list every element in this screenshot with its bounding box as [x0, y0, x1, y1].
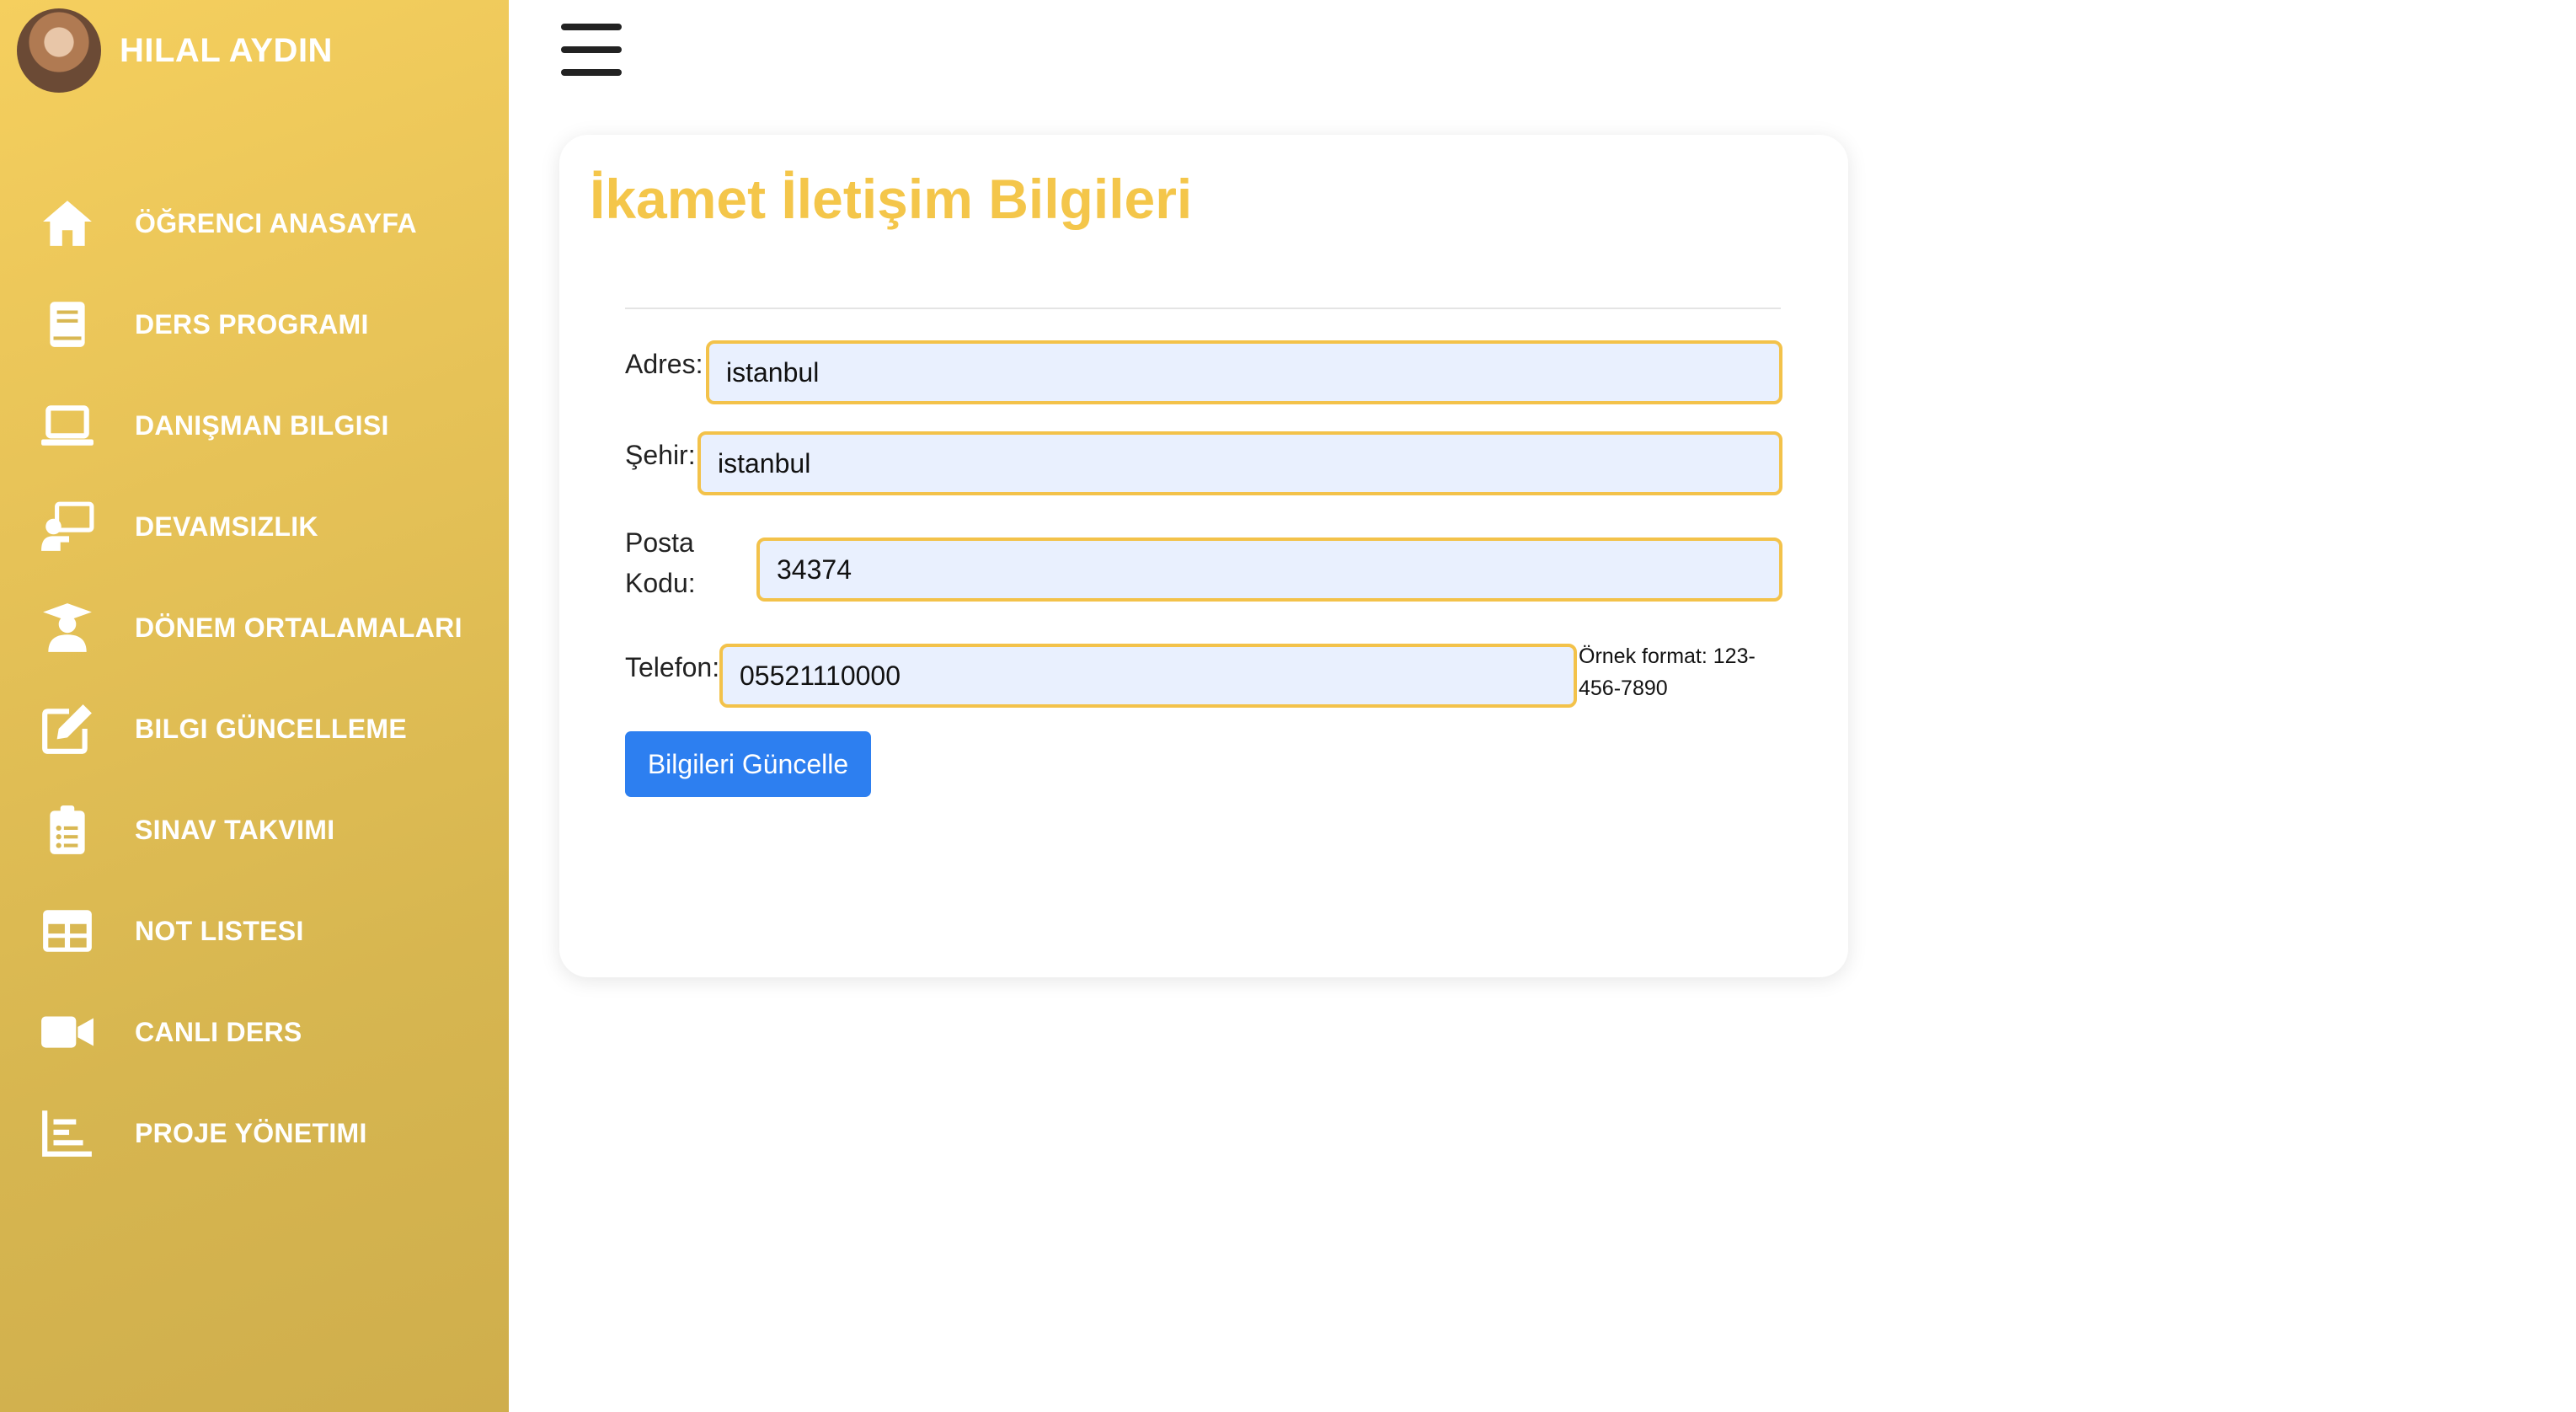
adres-label: Adres:: [625, 349, 703, 379]
sidebar-item-label: DÖNEM ORTALAMALARI: [135, 612, 462, 643]
sidebar-item-donem-ortalamalari[interactable]: DÖNEM ORTALAMALARI: [0, 577, 509, 678]
table-icon: [37, 901, 98, 961]
hamburger-menu-icon[interactable]: [561, 22, 622, 78]
adres-input[interactable]: [706, 340, 1782, 404]
chart-bars-icon: [37, 1103, 98, 1163]
home-icon: [37, 193, 98, 254]
sehir-label: Şehir:: [625, 440, 696, 470]
sidebar: HILAL AYDIN ÖĞRENCI ANASAYFA DERS PROGRA…: [0, 0, 509, 1412]
sidebar-item-label: BILGI GÜNCELLEME: [135, 713, 408, 744]
sidebar-item-devamsizlik[interactable]: DEVAMSIZLIK: [0, 476, 509, 577]
contact-info-card: İkamet İletişim Bilgileri Adres: Şehir: …: [559, 135, 1848, 977]
sidebar-item-sinav-takvimi[interactable]: SINAV TAKVIMI: [0, 779, 509, 880]
sidebar-item-not-listesi[interactable]: NOT LISTESI: [0, 880, 509, 981]
posta-kodu-label: Posta Kodu:: [625, 522, 696, 603]
telefon-input[interactable]: [719, 644, 1577, 708]
sidebar-item-label: SINAV TAKVIMI: [135, 814, 335, 845]
sidebar-item-label: DEVAMSIZLIK: [135, 511, 318, 542]
clipboard-list-icon: [37, 800, 98, 860]
edit-icon: [37, 698, 98, 759]
page-title: İkamet İletişim Bilgileri: [590, 168, 1193, 230]
sehir-input[interactable]: [697, 431, 1782, 495]
sidebar-item-canli-ders[interactable]: CANLI DERS: [0, 981, 509, 1083]
telefon-format-hint: Örnek format: 123-456-7890: [1579, 644, 1756, 700]
video-icon: [37, 1002, 98, 1062]
sidebar-item-ogrenci-anasayfa[interactable]: ÖĞRENCI ANASAYFA: [0, 173, 509, 274]
user-profile: HILAL AYDIN: [17, 8, 333, 93]
sidebar-item-label: DANIŞMAN BILGISI: [135, 409, 389, 441]
laptop-icon: [37, 395, 98, 456]
teacher-board-icon: [37, 496, 98, 557]
posta-kodu-input[interactable]: [756, 538, 1782, 602]
posta-kodu-label-line1: Posta: [625, 527, 694, 558]
sidebar-item-label: NOT LISTESI: [135, 915, 304, 946]
divider: [625, 308, 1781, 309]
avatar: [17, 8, 101, 93]
sidebar-nav: ÖĞRENCI ANASAYFA DERS PROGRAMI DANIŞMAN …: [0, 173, 509, 1184]
graduate-icon: [37, 597, 98, 658]
update-info-button[interactable]: Bilgileri Güncelle: [625, 731, 871, 797]
posta-kodu-label-line2: Kodu:: [625, 568, 696, 598]
user-name: HILAL AYDIN: [120, 31, 333, 69]
sidebar-item-proje-yonetimi[interactable]: PROJE YÖNETIMI: [0, 1083, 509, 1184]
sidebar-item-danisman-bilgisi[interactable]: DANIŞMAN BILGISI: [0, 375, 509, 476]
sidebar-item-label: DERS PROGRAMI: [135, 308, 369, 340]
sidebar-item-label: CANLI DERS: [135, 1016, 302, 1047]
sidebar-item-bilgi-guncelleme[interactable]: BILGI GÜNCELLEME: [0, 678, 509, 779]
telefon-label: Telefon:: [625, 652, 720, 682]
sidebar-item-label: PROJE YÖNETIMI: [135, 1117, 367, 1148]
sidebar-item-ders-programi[interactable]: DERS PROGRAMI: [0, 274, 509, 375]
book-icon: [37, 294, 98, 355]
sidebar-item-label: ÖĞRENCI ANASAYFA: [135, 207, 417, 238]
